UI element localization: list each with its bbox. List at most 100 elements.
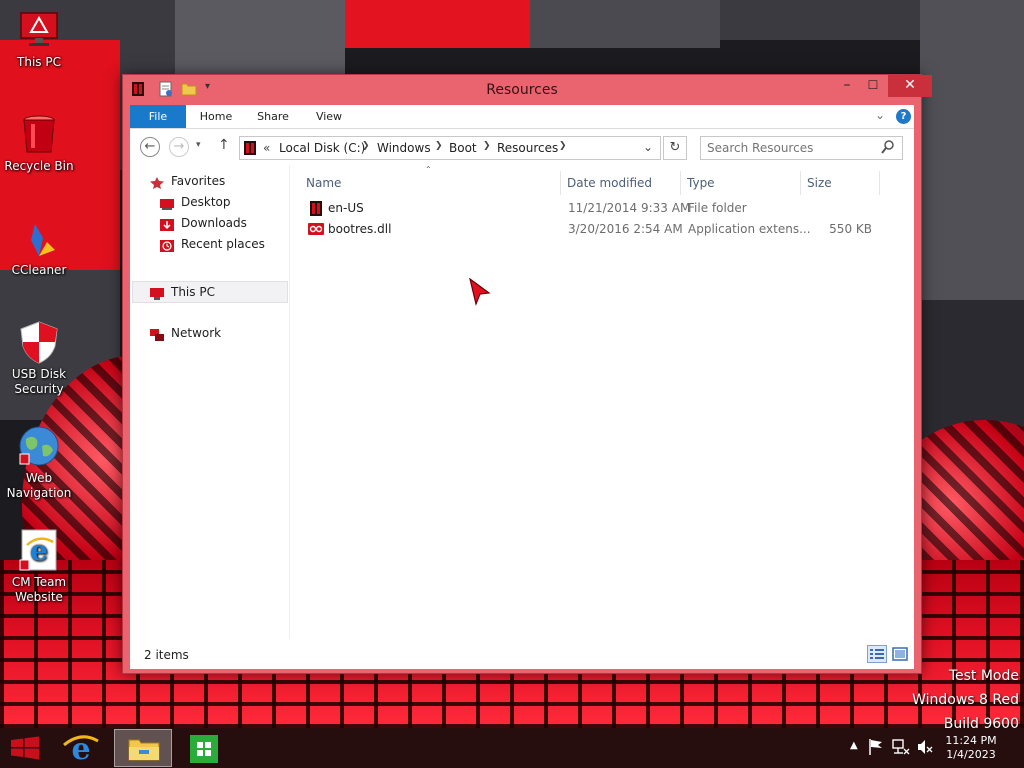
file-size: 550 KB [829,222,872,236]
clock[interactable]: 11:24 PM 1/4/2023 [936,734,1006,762]
shield-icon [17,320,61,364]
taskbar-internet-explorer[interactable]: e [52,729,110,767]
file-row[interactable]: en-US 11/21/2014 9:33 AM File folder [300,198,900,219]
desktop-icon-label: This PC [17,55,61,69]
mouse-cursor-icon [469,277,491,309]
action-center-flag-icon[interactable] [868,738,884,759]
back-button[interactable]: ← [140,137,160,157]
tab-file[interactable]: File [130,105,186,128]
file-type: Application extens... [688,222,811,236]
downloads-icon [160,217,174,231]
column-header-type[interactable]: Type [681,171,801,195]
recent-locations-dropdown[interactable]: ▾ [196,140,201,150]
close-button[interactable]: ✕ [888,75,932,97]
desktop-icon-web-navigation[interactable]: Web Navigation [0,424,78,501]
recent-places-icon [160,238,174,252]
expand-ribbon-icon[interactable]: ⌄ [875,108,885,122]
internet-explorer-icon: e [17,528,61,572]
large-icons-view-icon [892,647,908,661]
nav-desktop-label: Desktop [181,195,231,209]
file-type: File folder [688,201,747,215]
tab-home[interactable]: Home [193,105,239,128]
refresh-button[interactable]: ↻ [663,136,687,160]
breadcrumb-boot[interactable]: Boot [449,141,477,155]
desktop-icon-recycle-bin[interactable]: Recycle Bin [0,112,78,174]
location-icon [244,140,256,159]
explorer-window: ▾ Resources – ☐ ✕ File Home Share View ⌄… [122,74,932,674]
details-view-button[interactable] [867,645,887,663]
nav-downloads[interactable]: Downloads [160,213,247,233]
monitor-icon [17,8,61,52]
start-button[interactable] [0,729,50,767]
star-icon [150,175,164,189]
address-bar[interactable]: « Local Disk (C:) ❯ Windows ❯ Boot ❯ Res… [239,136,661,160]
window-title: Resources [486,82,558,98]
test-mode-watermark: Test Mode Windows 8 Red Build 9600 [912,664,1019,736]
forward-button[interactable]: → [169,137,189,157]
maximize-button[interactable]: ☐ [860,75,886,97]
tab-share[interactable]: Share [250,105,296,128]
nav-favorites[interactable]: Favorites [150,171,225,191]
desktop-icon-label: Web Navigation [6,471,72,500]
taskbar-file-explorer[interactable] [114,729,172,767]
dll-file-icon [308,222,324,243]
search-input[interactable] [707,140,877,156]
nav-this-pc-label: This PC [171,285,215,299]
desktop-icon-cm-team-website[interactable]: e CM Team Website [0,528,78,605]
file-date: 11/21/2014 9:33 AM [568,201,691,215]
network-status-icon[interactable] [892,738,910,759]
search-icon[interactable] [881,139,895,158]
watermark-line: Windows 8 Red [912,692,1019,708]
ribbon-tabs: File Home Share View ⌄ ? [130,105,914,129]
taskbar-store[interactable] [176,729,232,767]
recycle-bin-icon [17,112,61,156]
nav-downloads-label: Downloads [181,216,247,230]
column-header-date-modified[interactable]: Date modified [561,171,681,195]
search-box[interactable] [700,136,903,160]
watermark-line: Test Mode [948,668,1019,684]
file-name: en-US [328,201,364,215]
minimize-button[interactable]: – [834,75,860,97]
breadcrumb-windows[interactable]: Windows [377,141,431,155]
desktop-icon-ccleaner[interactable]: CCleaner [0,216,78,278]
desktop-icon-usb-disk-security[interactable]: USB Disk Security [0,320,78,397]
tab-view[interactable]: View [306,105,352,128]
column-header-size[interactable]: Size [801,171,880,195]
file-list: ⌃ Name Date modified Type Size en-US 11/… [300,165,914,639]
address-dropdown-icon[interactable]: ⌄ [643,140,653,154]
status-bar: 2 items [130,639,914,669]
nav-recent-places[interactable]: Recent places [160,234,265,254]
up-button[interactable]: ↑ [218,137,230,153]
breadcrumb-chevron-icon[interactable]: ❯ [483,141,491,151]
breadcrumb-chevron-icon[interactable]: ❯ [435,141,443,151]
desktop-icon-label: Recycle Bin [4,159,74,173]
clock-date: 1/4/2023 [946,748,996,761]
item-count: 2 items [144,648,189,662]
desktop-icon-label: USB Disk Security [11,367,67,396]
desktop-icon-this-pc[interactable]: This PC [0,8,78,70]
large-icons-view-button[interactable] [890,645,910,663]
system-tray: ▲ 11:24 PM 1/4/2023 [844,728,1024,768]
nav-network[interactable]: Network [150,323,221,343]
nav-this-pc[interactable]: This PC [132,281,288,303]
file-row[interactable]: bootres.dll 3/20/2016 2:54 AM Applicatio… [300,219,900,240]
help-icon[interactable]: ? [896,109,911,124]
nav-recent-places-label: Recent places [181,237,265,251]
navigation-pane: Favorites Desktop Downloads Recent place… [130,165,290,639]
breadcrumb-local-disk[interactable]: Local Disk (C:) [279,141,365,155]
title-bar[interactable]: ▾ Resources – ☐ ✕ [123,75,932,105]
breadcrumb-overflow[interactable]: « [263,141,270,155]
nav-desktop[interactable]: Desktop [160,192,231,212]
breadcrumb-chevron-icon[interactable]: ❯ [559,141,567,151]
breadcrumb-chevron-icon[interactable]: ❯ [362,141,370,151]
network-icon [150,327,164,341]
breadcrumb-resources[interactable]: Resources [497,141,558,155]
column-header-name[interactable]: Name [300,171,561,195]
volume-muted-icon[interactable] [916,738,934,759]
clock-time: 11:24 PM [945,734,997,747]
store-icon [190,735,218,763]
desktop-icon [160,196,174,210]
nav-network-label: Network [171,326,222,340]
show-hidden-icons-icon[interactable]: ▲ [850,740,858,751]
file-date: 3/20/2016 2:54 AM [568,222,683,236]
